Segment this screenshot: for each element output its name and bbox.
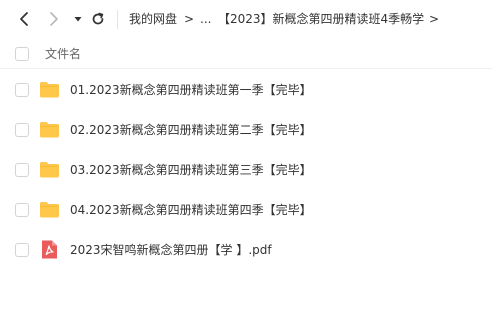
row-checkbox[interactable] xyxy=(15,123,29,137)
file-name[interactable]: 2023宋智鸣新概念第四册【学 】.pdf xyxy=(70,241,272,259)
row-checkbox[interactable] xyxy=(15,243,29,257)
list-header: 文件名 xyxy=(0,39,492,69)
back-button[interactable] xyxy=(14,9,34,29)
list-item[interactable]: 04.2023新概念第四册精读班第四季【完毕】 xyxy=(0,190,492,230)
pdf-file-icon xyxy=(42,240,57,259)
folder-icon xyxy=(40,122,59,138)
folder-icon xyxy=(40,82,59,98)
row-checkbox[interactable] xyxy=(15,163,29,177)
chevron-right-icon xyxy=(50,12,58,26)
file-name[interactable]: 04.2023新概念第四册精读班第四季【完毕】 xyxy=(70,201,312,219)
caret-down-icon xyxy=(74,17,82,22)
chevron-left-icon xyxy=(20,12,28,26)
refresh-icon xyxy=(92,12,104,25)
list-item[interactable]: 2023宋智鸣新概念第四册【学 】.pdf xyxy=(0,230,492,270)
breadcrumb-separator: > xyxy=(429,12,440,26)
breadcrumb-root[interactable]: 我的网盘 xyxy=(129,11,177,28)
folder-icon xyxy=(40,202,59,218)
breadcrumb-current[interactable]: 【2023】新概念第四册精读班4季畅学 xyxy=(218,11,424,28)
forward-button[interactable] xyxy=(44,9,64,29)
row-checkbox[interactable] xyxy=(15,203,29,217)
row-checkbox[interactable] xyxy=(15,83,29,97)
toolbar: 我的网盘 > ... 【2023】新概念第四册精读班4季畅学 > xyxy=(0,0,492,39)
list-item[interactable]: 02.2023新概念第四册精读班第二季【完毕】 xyxy=(0,110,492,150)
select-all-checkbox[interactable] xyxy=(15,47,29,61)
file-browser: 我的网盘 > ... 【2023】新概念第四册精读班4季畅学 > 文件名 01.… xyxy=(0,0,492,322)
list-item[interactable]: 03.2023新概念第四册精读班第三季【完毕】 xyxy=(0,150,492,190)
toolbar-divider xyxy=(117,10,118,29)
file-name[interactable]: 03.2023新概念第四册精读班第三季【完毕】 xyxy=(70,161,312,179)
refresh-button[interactable] xyxy=(88,9,108,29)
history-dropdown-button[interactable] xyxy=(68,9,88,29)
breadcrumb-separator: > xyxy=(184,12,195,26)
file-name[interactable]: 02.2023新概念第四册精读班第二季【完毕】 xyxy=(70,121,312,139)
list-item[interactable]: 01.2023新概念第四册精读班第一季【完毕】 xyxy=(0,70,492,110)
breadcrumb-ellipsis[interactable]: ... xyxy=(200,11,211,28)
folder-icon xyxy=(40,162,59,178)
column-header-filename[interactable]: 文件名 xyxy=(45,46,81,62)
file-name[interactable]: 01.2023新概念第四册精读班第一季【完毕】 xyxy=(70,81,312,99)
